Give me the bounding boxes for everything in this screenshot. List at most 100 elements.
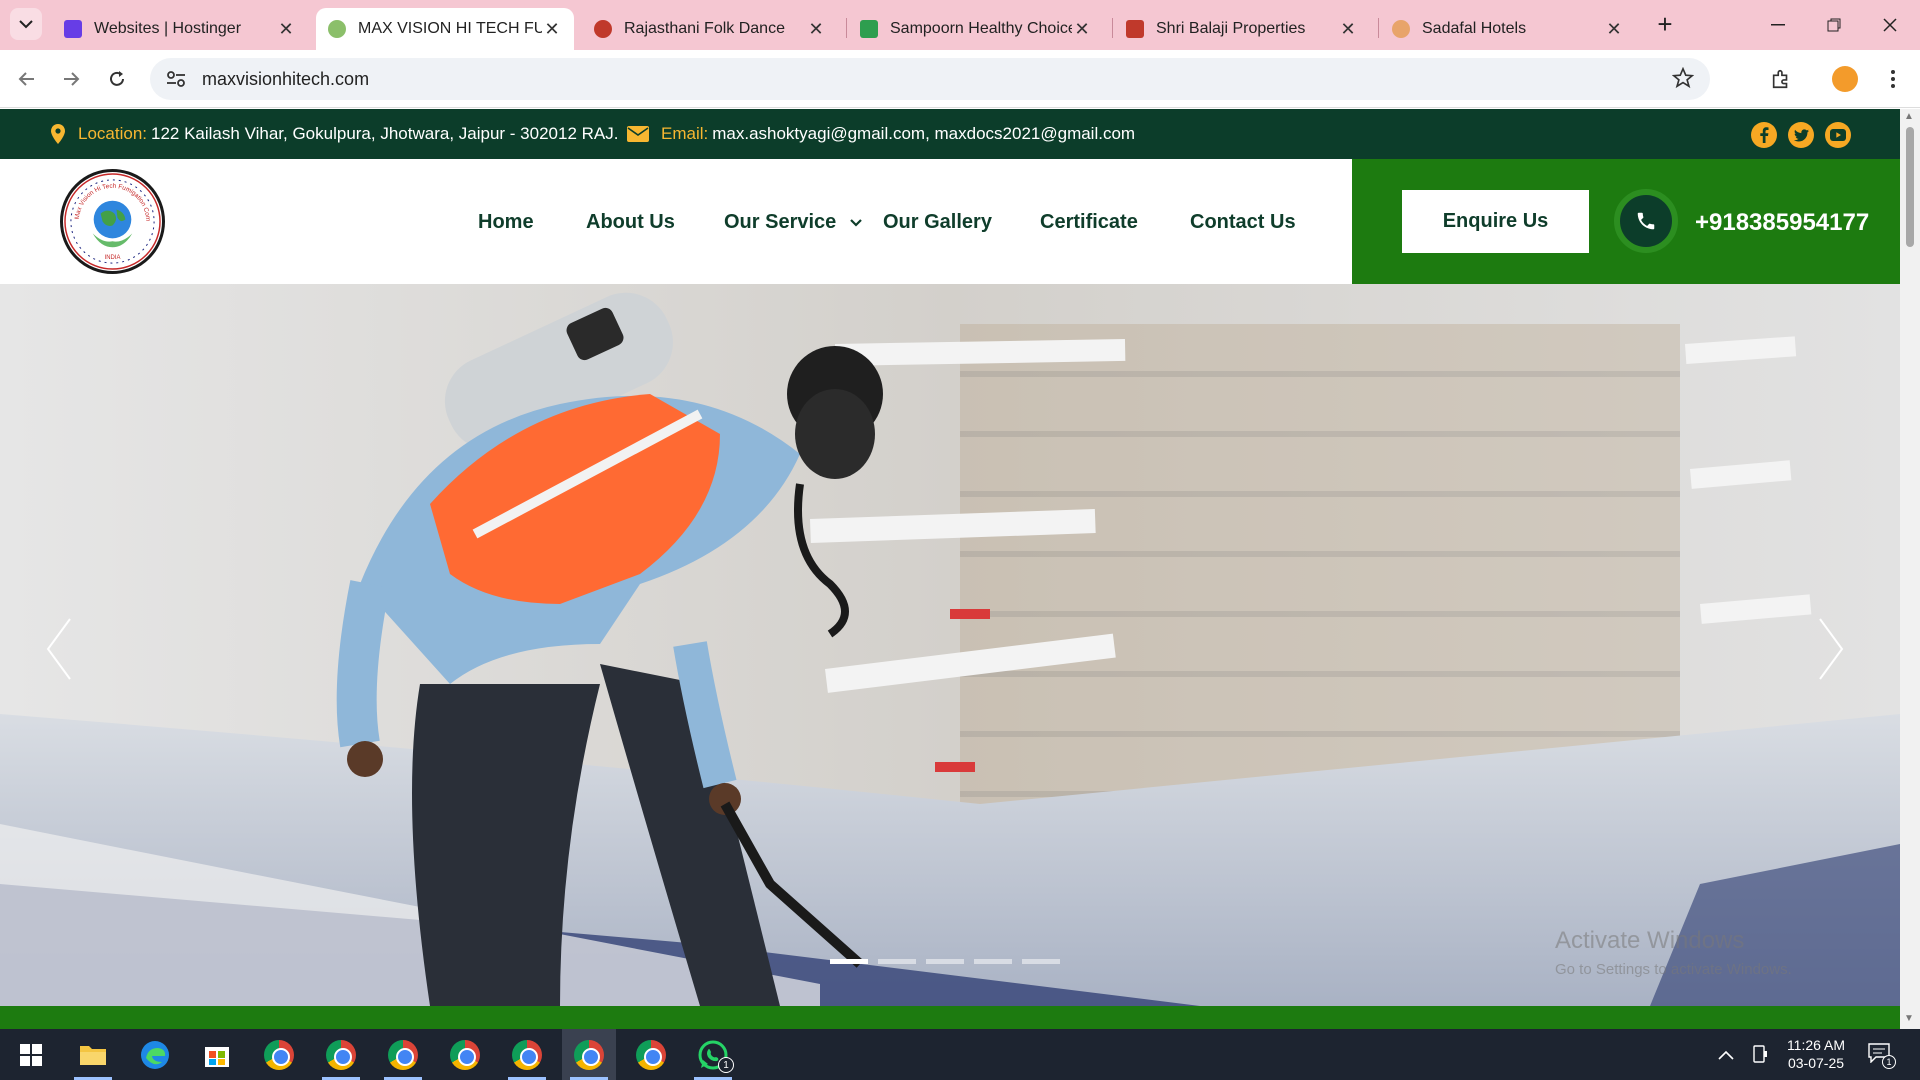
store-button[interactable] (190, 1029, 244, 1080)
sadafal-favicon-icon (1392, 20, 1410, 38)
close-tab-icon[interactable]: ✕ (806, 19, 826, 40)
chrome-icon (574, 1039, 604, 1070)
facebook-icon[interactable] (1751, 122, 1777, 148)
browser-tab-hostinger[interactable]: Websites | Hostinger ✕ (52, 8, 308, 50)
company-logo[interactable]: INDIA Max Vision Hi Tech Fumigation Comp… (60, 167, 165, 274)
file-explorer-button[interactable] (66, 1029, 120, 1080)
tab-title: Websites | Hostinger (94, 20, 242, 37)
forward-button[interactable] (54, 62, 88, 96)
back-button[interactable] (10, 62, 44, 96)
envelope-icon (627, 126, 649, 142)
slider-next-button[interactable] (1810, 614, 1850, 684)
hero-slider: Activate Windows Go to Settings to activ… (0, 284, 1900, 1006)
start-button[interactable] (4, 1029, 58, 1080)
contact-info-bar: Location: 122 Kailash Vihar, Gokulpura, … (0, 109, 1900, 159)
restore-button[interactable] (1806, 0, 1862, 50)
chrome-button-6[interactable] (562, 1029, 616, 1080)
section-divider (0, 1006, 1900, 1029)
email-value[interactable]: max.ashoktyagi@gmail.com, maxdocs2021@gm… (712, 124, 1135, 144)
profile-avatar[interactable] (1832, 66, 1858, 92)
maxvision-favicon-icon (328, 20, 346, 38)
address-bar[interactable]: maxvisionhitech.com (150, 58, 1710, 100)
browser-tab-maxvision[interactable]: MAX VISION HI TECH FUMIGATION ✕ (316, 8, 574, 50)
browser-menu-button[interactable] (1876, 62, 1910, 96)
device-icon[interactable] (1752, 1045, 1768, 1066)
twitter-icon[interactable] (1788, 122, 1814, 148)
globe-hands-logo-icon: INDIA Max Vision Hi Tech Fumigation Comp… (61, 167, 161, 270)
tray-overflow-chevron-icon[interactable] (1718, 1047, 1734, 1063)
slider-prev-button[interactable] (40, 614, 80, 684)
edge-button[interactable] (128, 1029, 182, 1080)
minimize-icon (1771, 24, 1785, 26)
minimize-button[interactable] (1750, 0, 1806, 50)
nav-our-service[interactable]: Our Service (724, 211, 863, 234)
chrome-button-7[interactable] (624, 1029, 678, 1080)
clock[interactable]: 11:26 AM 03-07-25 (1784, 1036, 1848, 1072)
slide-indicator-3[interactable] (926, 959, 964, 964)
sampoorn-favicon-icon (860, 20, 878, 38)
windows-taskbar: 1 11:26 AM 03-07-25 1 (0, 1029, 1920, 1080)
extensions-button[interactable] (1764, 62, 1798, 96)
tab-title: MAX VISION HI TECH FUMIGATION (358, 20, 542, 37)
slide-indicator-2[interactable] (878, 959, 916, 964)
phone-number[interactable]: +918385954177 (1695, 209, 1869, 237)
clock-date: 03-07-25 (1787, 1055, 1845, 1071)
browser-tab-balaji[interactable]: Shri Balaji Properties ✕ (1114, 8, 1370, 50)
nav-certificate[interactable]: Certificate (1040, 211, 1138, 234)
whatsapp-button[interactable]: 1 (686, 1029, 740, 1080)
whatsapp-badge: 1 (718, 1057, 734, 1073)
tab-separator (846, 18, 847, 38)
scrollbar-thumb[interactable] (1906, 127, 1914, 247)
chevron-down-icon (19, 20, 33, 29)
nav-our-gallery[interactable]: Our Gallery (883, 211, 992, 234)
nav-contact-us[interactable]: Contact Us (1190, 211, 1296, 234)
close-tab-icon[interactable]: ✕ (1604, 19, 1624, 40)
browser-tab-bar: Websites | Hostinger ✕ MAX VISION HI TEC… (0, 0, 1920, 50)
new-tab-button[interactable]: + (1650, 10, 1680, 40)
close-tab-icon[interactable]: ✕ (1338, 19, 1358, 40)
close-window-button[interactable] (1862, 0, 1918, 50)
tab-title: Sampoorn Healthy Choice (890, 20, 1072, 37)
scroll-up-icon[interactable]: ▲ (1904, 111, 1914, 122)
slide-indicator-1[interactable] (830, 959, 868, 964)
browser-tab-rajasthani[interactable]: Rajasthani Folk Dance ✕ (582, 8, 838, 50)
site-info-icon[interactable] (164, 71, 188, 87)
close-tab-icon[interactable]: ✕ (1072, 19, 1092, 40)
scroll-down-icon[interactable]: ▼ (1904, 1013, 1914, 1024)
browser-toolbar: maxvisionhitech.com (0, 50, 1920, 108)
page-scrollbar[interactable]: ▲ ▼ (1900, 109, 1920, 1029)
svg-text:INDIA: INDIA (105, 255, 121, 261)
edge-icon (141, 1040, 169, 1069)
close-tab-icon[interactable]: ✕ (542, 19, 562, 40)
chrome-button-3[interactable] (376, 1029, 430, 1080)
close-tab-icon[interactable]: ✕ (276, 19, 296, 40)
bookmark-star-icon[interactable] (1671, 66, 1695, 94)
map-pin-icon (51, 124, 65, 144)
reload-button[interactable] (100, 62, 134, 96)
chevron-left-icon (46, 618, 71, 680)
browser-tab-sampoorn[interactable]: Sampoorn Healthy Choice ✕ (848, 8, 1104, 50)
tab-separator (1378, 18, 1379, 38)
chrome-button-1[interactable] (252, 1029, 306, 1080)
chrome-button-4[interactable] (438, 1029, 492, 1080)
hostinger-favicon-icon (64, 20, 82, 38)
notification-center-button[interactable]: 1 (1868, 1043, 1896, 1069)
enquire-us-button[interactable]: Enquire Us (1402, 190, 1589, 253)
tab-title: Sadafal Hotels (1422, 20, 1527, 37)
chrome-icon (388, 1039, 418, 1070)
nav-home[interactable]: Home (478, 211, 534, 234)
more-vertical-icon (1891, 70, 1895, 88)
chrome-button-2[interactable] (314, 1029, 368, 1080)
youtube-icon[interactable] (1825, 122, 1851, 148)
phone-icon[interactable] (1614, 189, 1678, 253)
folder-icon (80, 1045, 106, 1065)
location-label: Location: (78, 124, 147, 143)
chrome-button-5[interactable] (500, 1029, 554, 1080)
tab-search-button[interactable] (10, 8, 42, 40)
rajasthani-favicon-icon (594, 20, 612, 38)
slide-indicator-5[interactable] (1022, 959, 1060, 964)
puzzle-icon (1772, 69, 1788, 89)
nav-about-us[interactable]: About Us (586, 211, 675, 234)
browser-tab-sadafal[interactable]: Sadafal Hotels ✕ (1380, 8, 1636, 50)
slide-indicator-4[interactable] (974, 959, 1012, 964)
